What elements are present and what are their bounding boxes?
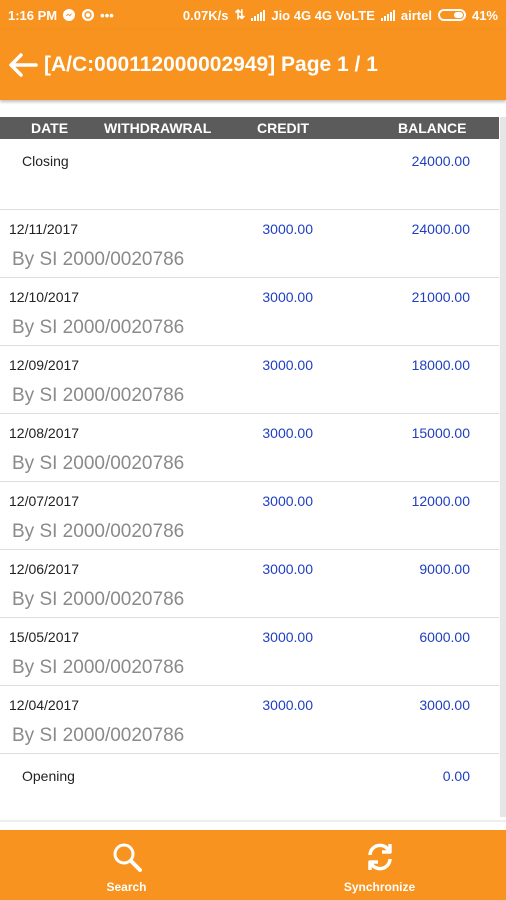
synchronize-button[interactable]: Synchronize	[253, 830, 506, 900]
bottom-nav: Search Synchronize	[0, 830, 506, 900]
table-row[interactable]: 12/09/2017 3000.00 18000.00 By SI 2000/0…	[0, 346, 499, 414]
more-notifications-icon: •••	[100, 7, 114, 23]
carrier-1: Jio 4G 4G VoLTE	[271, 7, 375, 23]
closing-balance: 24000.00	[411, 153, 470, 169]
table-row[interactable]: 12/04/2017 3000.00 3000.00 By SI 2000/00…	[0, 686, 499, 754]
row-description: By SI 2000/0020786	[12, 453, 185, 474]
row-balance: 12000.00	[411, 493, 470, 509]
column-withdrawal: WITHDRAWRAL	[104, 120, 212, 136]
signal-icon-2	[380, 9, 395, 21]
row-description: By SI 2000/0020786	[12, 249, 185, 270]
row-balance: 21000.00	[411, 289, 470, 305]
column-date: DATE	[31, 120, 69, 136]
row-credit: 3000.00	[262, 289, 313, 305]
app-bar: [A/C:000112000002949] Page 1 / 1	[0, 30, 506, 100]
row-description: By SI 2000/0020786	[12, 657, 185, 678]
carrier-2: airtel	[400, 7, 432, 23]
table-row[interactable]: 12/06/2017 3000.00 9000.00 By SI 2000/00…	[0, 550, 499, 618]
divider	[0, 820, 506, 822]
opening-row: Opening 0.00	[0, 754, 499, 824]
column-balance: BALANCE	[398, 120, 467, 136]
row-date: 12/04/2017	[9, 697, 80, 713]
row-date: 12/06/2017	[9, 561, 80, 577]
status-time: 1:16 PM	[8, 7, 58, 23]
row-credit: 3000.00	[262, 697, 313, 713]
transaction-list[interactable]: Closing 24000.00 12/11/2017 3000.00 2400…	[0, 139, 499, 824]
opening-label: Opening	[22, 768, 75, 784]
table-row[interactable]: 12/10/2017 3000.00 21000.00 By SI 2000/0…	[0, 278, 499, 346]
table-header: DATE WITHDRAWRAL CREDIT BALANCE	[0, 117, 499, 139]
row-date: 12/09/2017	[9, 357, 80, 373]
table-row[interactable]: 12/07/2017 3000.00 12000.00 By SI 2000/0…	[0, 482, 499, 550]
closing-row: Closing 24000.00	[0, 139, 499, 210]
table-row[interactable]: 12/08/2017 3000.00 15000.00 By SI 2000/0…	[0, 414, 499, 482]
battery-icon	[437, 9, 466, 21]
back-button[interactable]	[2, 30, 44, 100]
row-date: 12/11/2017	[9, 221, 79, 237]
row-date: 12/07/2017	[9, 493, 80, 509]
search-button[interactable]: Search	[0, 830, 253, 900]
row-description: By SI 2000/0020786	[12, 385, 185, 406]
row-credit: 3000.00	[262, 357, 313, 373]
row-description: By SI 2000/0020786	[12, 589, 185, 610]
opening-balance: 0.00	[442, 768, 470, 784]
row-description: By SI 2000/0020786	[12, 317, 185, 338]
row-date: 12/08/2017	[9, 425, 80, 441]
row-credit: 3000.00	[262, 561, 313, 577]
page-title: [A/C:000112000002949] Page 1 / 1	[44, 53, 378, 76]
row-balance: 24000.00	[411, 221, 470, 237]
row-balance: 3000.00	[419, 697, 470, 713]
row-balance: 18000.00	[411, 357, 470, 373]
messenger-icon	[62, 8, 76, 22]
table-row[interactable]: 15/05/2017 3000.00 6000.00 By SI 2000/00…	[0, 618, 499, 686]
row-description: By SI 2000/0020786	[12, 521, 185, 542]
arrow-left-icon	[9, 53, 38, 77]
row-credit: 3000.00	[262, 493, 313, 509]
battery-percent: 41%	[471, 7, 498, 23]
row-credit: 3000.00	[262, 425, 313, 441]
row-credit: 3000.00	[262, 221, 313, 237]
network-speed: 0.07K/s	[182, 7, 229, 23]
sync-icon	[367, 843, 392, 871]
row-balance: 15000.00	[411, 425, 470, 441]
synchronize-label: Synchronize	[343, 880, 416, 894]
status-bar: 1:16 PM ••• 0.07K/s ⇅ Jio 4G 4G VoLTE ai…	[0, 0, 506, 30]
row-date: 12/10/2017	[9, 289, 80, 305]
whatsapp-icon	[81, 8, 95, 22]
row-balance: 9000.00	[419, 561, 470, 577]
search-icon	[113, 843, 142, 872]
row-description: By SI 2000/0020786	[12, 725, 185, 746]
search-label: Search	[106, 880, 147, 894]
row-balance: 6000.00	[419, 629, 470, 645]
row-credit: 3000.00	[262, 629, 313, 645]
table-row[interactable]: 12/11/2017 3000.00 24000.00 By SI 2000/0…	[0, 210, 499, 278]
column-credit: CREDIT	[257, 120, 310, 136]
signal-icon	[251, 9, 266, 21]
data-transfer-icon: ⇅	[234, 7, 246, 22]
closing-label: Closing	[22, 153, 69, 169]
scrollbar[interactable]	[500, 117, 506, 817]
row-date: 15/05/2017	[9, 629, 80, 645]
